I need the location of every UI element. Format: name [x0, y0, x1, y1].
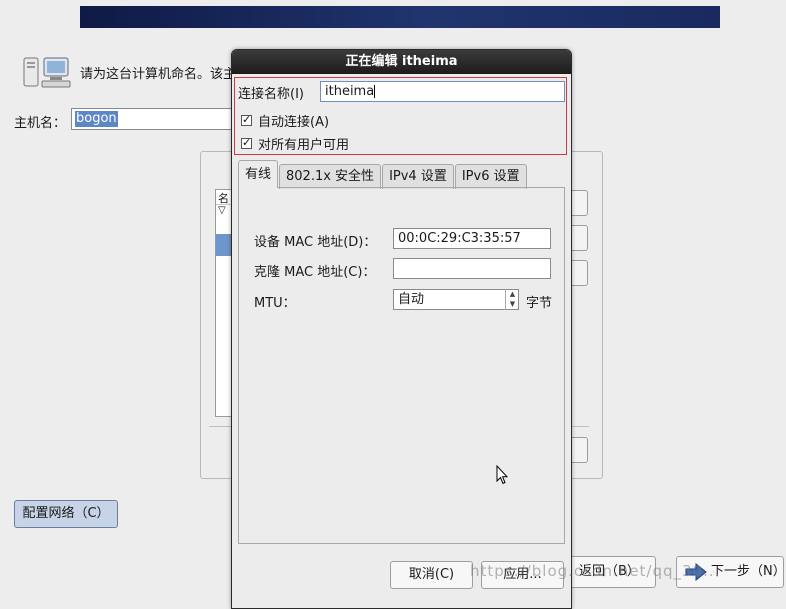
device-mac-value: 00:0C:29:C3:35:57 [398, 231, 521, 246]
device-mac-input[interactable]: 00:0C:29:C3:35:57 [393, 228, 551, 249]
auto-connect-check-icon[interactable] [241, 113, 252, 126]
text-caret [374, 85, 376, 98]
mtu-value: 自动 [398, 292, 425, 307]
mouse-pointer-icon [496, 465, 508, 485]
settings-tabs: 有线 802.1x 安全性 IPv4 设置 IPv6 设置 [238, 160, 528, 189]
tab-ipv6-settings[interactable]: IPv6 设置 [454, 164, 527, 189]
auto-connect-checkbox[interactable]: 自动连接(A) [241, 111, 329, 130]
connection-name-value: itheima [325, 84, 375, 99]
hostname-value: bogon [75, 111, 118, 127]
connection-name-label: 连接名称(I) [238, 87, 304, 102]
cloned-mac-input[interactable] [393, 258, 551, 279]
network-computer-icon [23, 57, 71, 88]
cloned-mac-label: 克隆 MAC 地址(C)： [254, 265, 376, 280]
cancel-button[interactable]: 取消(C) [390, 561, 473, 589]
mtu-label: MTU： [254, 296, 296, 311]
hostname-intro-text: 请为这台计算机命名。该主 [80, 67, 237, 82]
device-mac-label: 设备 MAC 地址(D)： [254, 235, 377, 250]
configure-network-button[interactable]: 配置网络（C） [14, 500, 118, 528]
all-users-label: 对所有用户可用 [258, 138, 350, 153]
hostname-label: 主机名： [14, 116, 67, 131]
next-button-label: 下一步（N） [711, 564, 786, 579]
tab-8021x-security[interactable]: 802.1x 安全性 [279, 164, 382, 189]
dialog-title: 正在编辑 itheima [232, 50, 571, 74]
mtu-spinbox[interactable]: 自动 [393, 289, 519, 310]
all-users-check-icon[interactable] [241, 136, 252, 149]
watermark-text: https://blog.csdn.net/qq_30... [470, 562, 721, 580]
tab-ipv4-settings[interactable]: IPv4 设置 [382, 164, 454, 189]
edit-connection-dialog: 正在编辑 itheima 连接名称(I) itheima 自动连接(A) 对所有… [231, 49, 572, 609]
spin-down-icon[interactable]: ▼ [506, 299, 519, 309]
hostname-input[interactable]: bogon [71, 108, 241, 130]
all-users-checkbox[interactable]: 对所有用户可用 [241, 134, 349, 153]
installer-banner [80, 6, 720, 28]
tab-wired[interactable]: 有线 [238, 160, 279, 188]
mtu-stepper[interactable]: ▲ ▼ [505, 289, 519, 310]
auto-connect-label: 自动连接(A) [258, 115, 330, 130]
wired-settings-panel: 设备 MAC 地址(D)： 00:0C:29:C3:35:57 克隆 MAC 地… [238, 187, 565, 544]
connection-name-input[interactable]: itheima [320, 81, 565, 102]
mtu-unit-label: 字节 [526, 296, 553, 311]
spin-up-icon[interactable]: ▲ [506, 289, 519, 299]
